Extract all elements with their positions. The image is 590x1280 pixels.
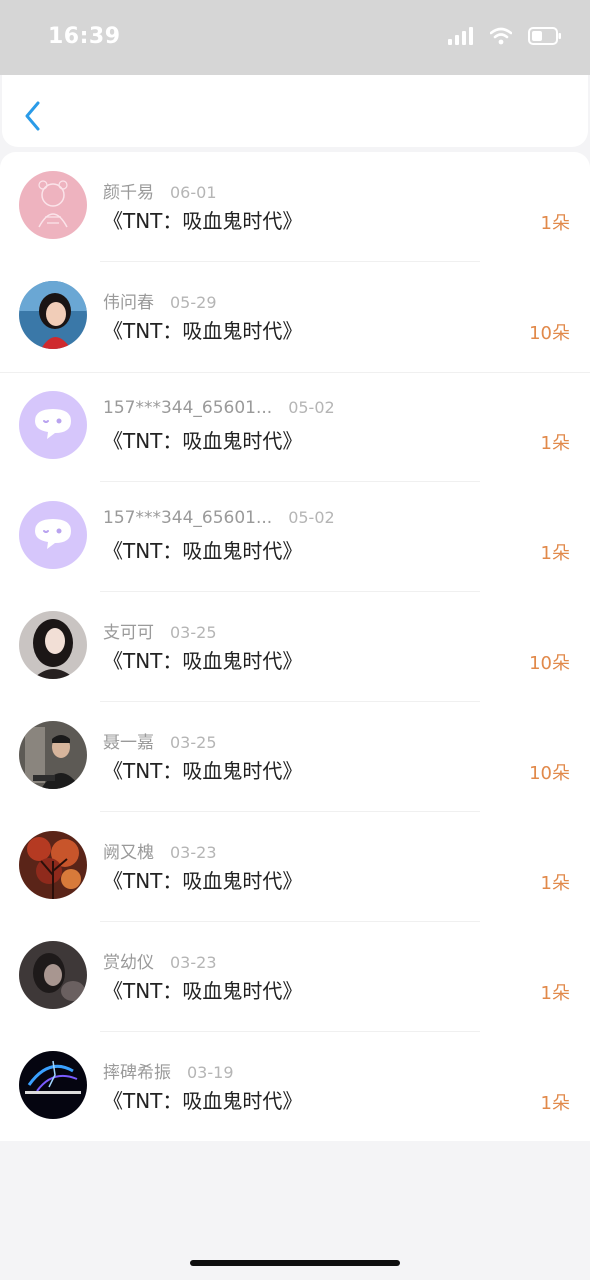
home-indicator[interactable] xyxy=(190,1260,400,1266)
user-name: 阙又槐 03-23 xyxy=(103,843,217,863)
gift-count: 1朵 xyxy=(540,213,570,234)
list-item[interactable]: 摔碑希振 03-19 《TNT：吸血鬼时代》 1朵 xyxy=(0,1032,590,1142)
user-name: 伟问春 05-29 xyxy=(103,293,217,313)
gift-count: 10朵 xyxy=(529,653,570,674)
gift-date: 06-01 xyxy=(170,183,217,202)
work-title: 《TNT：吸血鬼时代》 xyxy=(103,759,303,783)
gift-count: 1朵 xyxy=(540,433,570,454)
list-item[interactable]: 颜千易 06-01 《TNT：吸血鬼时代》 1朵 xyxy=(0,152,590,262)
user-name: 聂一嘉 03-25 xyxy=(103,733,217,753)
gift-count: 1朵 xyxy=(540,543,570,564)
gift-date: 03-25 xyxy=(170,733,217,752)
avatar[interactable] xyxy=(19,281,87,349)
back-button[interactable] xyxy=(22,99,52,133)
status-bar: 16:39 xyxy=(0,0,590,75)
work-title: 《TNT：吸血鬼时代》 xyxy=(103,539,303,563)
status-time: 16:39 xyxy=(48,24,121,49)
user-name: 支可可 03-25 xyxy=(103,623,217,643)
work-title: 《TNT：吸血鬼时代》 xyxy=(103,649,303,673)
avatar[interactable] xyxy=(19,171,87,239)
work-title: 《TNT：吸血鬼时代》 xyxy=(103,979,303,1003)
gift-date: 05-02 xyxy=(288,398,335,417)
signal-icon xyxy=(448,27,474,49)
work-title: 《TNT：吸血鬼时代》 xyxy=(103,1089,303,1113)
avatar[interactable] xyxy=(19,501,87,569)
gift-count: 1朵 xyxy=(540,873,570,894)
gift-date: 03-19 xyxy=(187,1063,234,1082)
gift-date: 05-02 xyxy=(288,508,335,527)
status-icons xyxy=(448,27,562,49)
avatar[interactable] xyxy=(19,391,87,459)
gift-count: 1朵 xyxy=(540,1093,570,1114)
user-name: 157***344_65601... 05-02 xyxy=(103,398,335,418)
list-item[interactable]: 157***344_65601... 05-02 《TNT：吸血鬼时代》 1朵 xyxy=(0,372,590,482)
gift-date: 03-25 xyxy=(170,623,217,642)
list-item[interactable]: 支可可 03-25 《TNT：吸血鬼时代》 10朵 xyxy=(0,592,590,702)
nav-bar xyxy=(2,75,588,147)
gift-date: 03-23 xyxy=(170,843,217,862)
gift-count: 10朵 xyxy=(529,763,570,784)
list-item[interactable]: 阙又槐 03-23 《TNT：吸血鬼时代》 1朵 xyxy=(0,812,590,922)
work-title: 《TNT：吸血鬼时代》 xyxy=(103,209,303,233)
wifi-icon xyxy=(489,27,513,49)
avatar[interactable] xyxy=(19,611,87,679)
battery-icon xyxy=(528,27,562,49)
list-item[interactable]: 伟问春 05-29 《TNT：吸血鬼时代》 10朵 xyxy=(0,262,590,373)
user-name: 颜千易 06-01 xyxy=(103,183,217,203)
avatar[interactable] xyxy=(19,1051,87,1119)
work-title: 《TNT：吸血鬼时代》 xyxy=(103,869,303,893)
chevron-left-icon xyxy=(22,101,44,137)
gift-date: 03-23 xyxy=(170,953,217,972)
work-title: 《TNT：吸血鬼时代》 xyxy=(103,319,303,343)
gift-date: 05-29 xyxy=(170,293,217,312)
gift-count: 10朵 xyxy=(529,323,570,344)
avatar[interactable] xyxy=(19,721,87,789)
list-item[interactable]: 157***344_65601... 05-02 《TNT：吸血鬼时代》 1朵 xyxy=(0,482,590,592)
list-item[interactable]: 赏幼仪 03-23 《TNT：吸血鬼时代》 1朵 xyxy=(0,922,590,1032)
gift-count: 1朵 xyxy=(540,983,570,1004)
work-title: 《TNT：吸血鬼时代》 xyxy=(103,429,303,453)
list-item[interactable]: 聂一嘉 03-25 《TNT：吸血鬼时代》 10朵 xyxy=(0,702,590,812)
avatar[interactable] xyxy=(19,941,87,1009)
user-name: 赏幼仪 03-23 xyxy=(103,953,217,973)
user-name: 摔碑希振 03-19 xyxy=(103,1063,234,1083)
user-name: 157***344_65601... 05-02 xyxy=(103,508,335,528)
avatar[interactable] xyxy=(19,831,87,899)
gift-list: 颜千易 06-01 《TNT：吸血鬼时代》 1朵 伟问春 05-29 《TNT：吸血… xyxy=(0,152,590,1141)
